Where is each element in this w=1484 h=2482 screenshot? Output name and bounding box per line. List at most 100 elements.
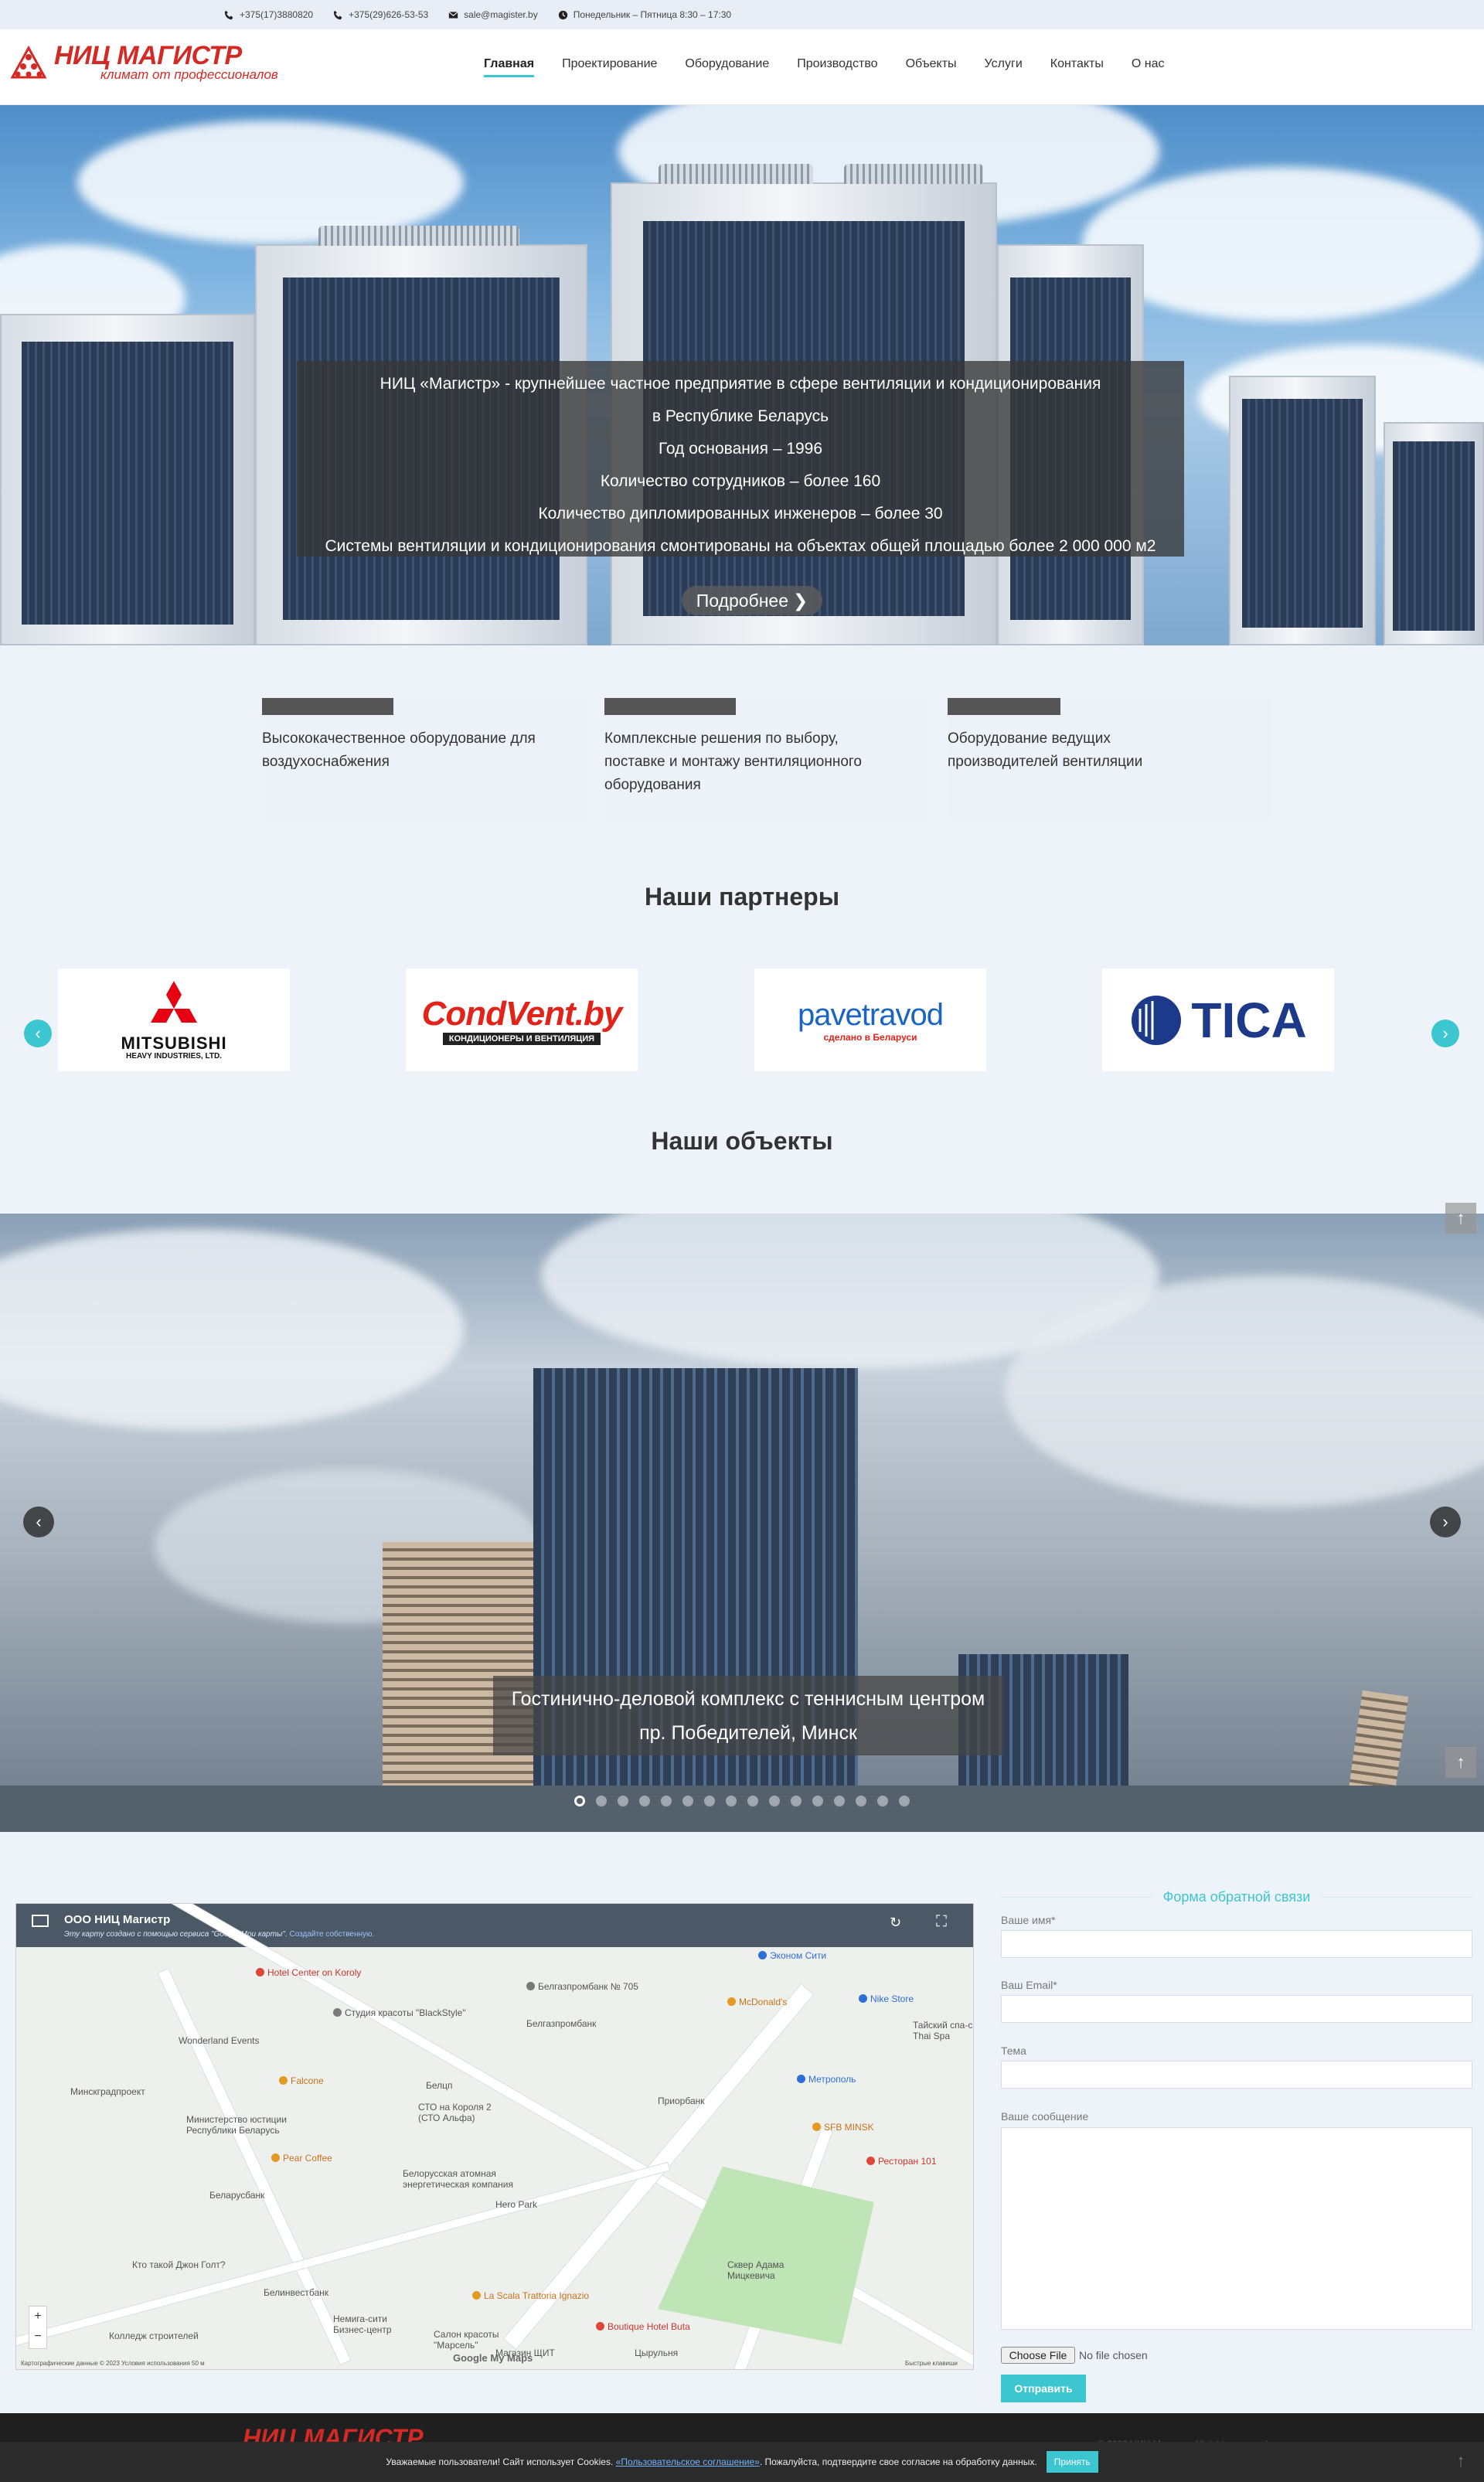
map-poi[interactable]: La Scala Trattoria Ignazio [484, 2290, 589, 2301]
partner-logo-mitsubishi[interactable]: MITSUBISHI HEAVY INDUSTRIES, LTD. [58, 969, 290, 1071]
site-logo[interactable]: НИЦ МАГИСТР климат от профессионалов [9, 43, 278, 82]
map-poi[interactable]: Немига-сити Бизнес-центр [333, 2313, 392, 2335]
feature-text: Высококачественное оборудование для возд… [262, 730, 536, 770]
nav-design[interactable]: Проектирование [562, 57, 657, 77]
slider-dot[interactable] [747, 1796, 758, 1806]
phone2[interactable]: +375(29)626-53-53 [333, 9, 428, 20]
slider-dot[interactable] [834, 1796, 845, 1806]
nav-about[interactable]: О нас [1132, 57, 1165, 77]
choose-file-button[interactable]: Choose File [1001, 2347, 1075, 2364]
nav-services[interactable]: Услуги [985, 57, 1023, 77]
slider-dot[interactable] [791, 1796, 802, 1806]
map-poi[interactable]: McDonald's [739, 1997, 787, 2007]
scroll-top-button[interactable]: ↑ [1445, 1747, 1476, 1778]
cookie-text-b: . Пожалуйста, подтвердите свое согласие … [759, 2456, 1037, 2467]
map-poi[interactable]: Белцп [426, 2080, 453, 2091]
email-field[interactable] [1001, 1995, 1472, 2023]
map-poi[interactable]: SFB MINSK [824, 2122, 874, 2133]
chevron-left-icon: ‹ [35, 1023, 41, 1043]
map-poi[interactable]: Беларусбанк [209, 2190, 264, 2201]
slider-dot[interactable] [726, 1796, 737, 1806]
map-poi[interactable]: Сквер Адама Мицкевича [727, 2259, 784, 2281]
map-poi[interactable]: Pear Coffee [283, 2153, 332, 2164]
subject-field[interactable] [1001, 2061, 1472, 2089]
map-poi[interactable]: Колледж строителей [109, 2330, 199, 2341]
slider-dot[interactable] [682, 1796, 693, 1806]
name-field[interactable] [1001, 1930, 1472, 1958]
map-poi[interactable]: Цырульня [635, 2348, 678, 2358]
terms-link[interactable]: «Пользовательское соглашение» [616, 2456, 760, 2467]
slider-dot[interactable] [596, 1796, 607, 1806]
submit-button[interactable]: Отправить [1001, 2375, 1086, 2402]
phone1[interactable]: +375(17)3880820 [224, 9, 313, 20]
cookie-text-a: Уважаемые пользователи! Сайт использует … [386, 2456, 614, 2467]
map-poi[interactable]: Белинвестбанк [264, 2287, 328, 2298]
map-poi[interactable]: Приорбанк [658, 2096, 705, 2106]
map-poi[interactable]: Эконом Сити [770, 1950, 826, 1961]
map-poi[interactable]: Тайский спа-салон Royal Thai Spa [913, 2020, 973, 2041]
working-hours: Понедельник – Пятница 8:30 – 17:30 [558, 9, 731, 20]
slider-dot[interactable] [769, 1796, 780, 1806]
email-text: sale@magister.by [464, 9, 538, 20]
map-poi[interactable]: Белгазпромбанк № 705 [538, 1981, 638, 1992]
map-poi[interactable]: Boutique Hotel Buta [608, 2321, 690, 2332]
hero-line: в Республике Беларусь [652, 407, 829, 425]
chevron-left-icon: ‹ [36, 1512, 42, 1531]
map-poi[interactable]: Минскградпроект [70, 2086, 145, 2097]
nav-home[interactable]: Главная [484, 57, 535, 77]
map-poi[interactable]: Hotel Center on Koroly [267, 1967, 361, 1978]
nav-objects[interactable]: Объекты [906, 57, 957, 77]
message-field[interactable] [1001, 2127, 1472, 2330]
chevron-right-icon: › [1442, 1512, 1448, 1531]
scroll-top-button[interactable]: ↑ [1447, 2447, 1475, 2475]
map-poi[interactable]: Метрополь [808, 2074, 856, 2085]
slider-dot[interactable] [704, 1796, 715, 1806]
map-poi[interactable]: Белгазпромбанк [526, 2018, 596, 2029]
slider-dot[interactable] [574, 1796, 585, 1806]
fullscreen-icon[interactable]: ⛶ [936, 1913, 947, 1931]
share-icon[interactable]: ↻ [890, 1915, 901, 1931]
map-poi[interactable]: Falcone [291, 2075, 324, 2086]
google-map-embed[interactable]: ООО НИЦ Магистр Эту карту создано с помо… [15, 1903, 974, 2370]
partner-logo-tica[interactable]: TICA [1102, 969, 1334, 1071]
map-poi[interactable]: Nike Store [870, 1993, 914, 2004]
partners-prev-button[interactable]: ‹ [24, 1020, 52, 1047]
scroll-top-button[interactable]: ↑ [1445, 1203, 1476, 1234]
nav-production[interactable]: Производство [797, 57, 877, 77]
zoom-in-button[interactable]: + [29, 2307, 46, 2327]
slider-dot[interactable] [812, 1796, 823, 1806]
slider-dot[interactable] [899, 1796, 910, 1806]
nav-equipment[interactable]: Оборудование [685, 57, 769, 77]
map-poi[interactable]: СТО на Короля 2 (СТО Альфа) [418, 2102, 492, 2123]
slider-dot[interactable] [661, 1796, 672, 1806]
object-caption: Гостинично-деловой комплекс с теннисным … [493, 1676, 1003, 1755]
google-logo: Google My Maps [453, 2352, 533, 2364]
accept-cookies-button[interactable]: Принять [1046, 2451, 1098, 2473]
partners-next-button[interactable]: › [1431, 1020, 1459, 1047]
map-poi[interactable]: Белорусская атомная энергетическая компа… [403, 2168, 513, 2190]
slider-dot[interactable] [856, 1796, 866, 1806]
slider-dot[interactable] [877, 1796, 888, 1806]
map-create-link[interactable]: Создайте собственную. [290, 1930, 375, 1939]
map-poi[interactable]: Министерство юстиции Республики Беларусь [186, 2114, 287, 2136]
slider-dot[interactable] [639, 1796, 650, 1806]
email-link[interactable]: sale@magister.by [448, 9, 538, 20]
partner-logo-pavetravod[interactable]: pavetravod сделано в Беларуси [754, 969, 986, 1071]
map-poi[interactable]: Кто такой Джон Голт? [132, 2259, 226, 2270]
map-poi[interactable]: Ресторан 101 [878, 2156, 937, 2167]
map-sidebar-icon[interactable] [32, 1915, 49, 1927]
objects-next-button[interactable]: › [1430, 1507, 1461, 1537]
nav-contacts[interactable]: Контакты [1050, 57, 1104, 77]
objects-prev-button[interactable]: ‹ [23, 1507, 54, 1537]
map-poi[interactable]: Салон красоты "Марсель" [434, 2329, 499, 2351]
zoom-out-button[interactable]: − [29, 2327, 46, 2347]
map-shortcuts[interactable]: Быстрые клавиши [905, 2360, 958, 2367]
more-button[interactable]: Подробнее ❯ [682, 586, 822, 615]
map-poi[interactable]: Hero Park [495, 2199, 537, 2210]
slider-dot[interactable] [618, 1796, 628, 1806]
clock-icon [558, 10, 567, 19]
partner-logo-condvent[interactable]: CondVent.by КОНДИЦИОНЕРЫ И ВЕНТИЛЯЦИЯ [406, 969, 638, 1071]
object-caption-line1: Гостинично-деловой комплекс с теннисным … [511, 1688, 985, 1710]
map-poi[interactable]: Студия красоты "BlackStyle" [345, 2007, 466, 2018]
map-poi[interactable]: Wonderland Events [179, 2035, 260, 2046]
